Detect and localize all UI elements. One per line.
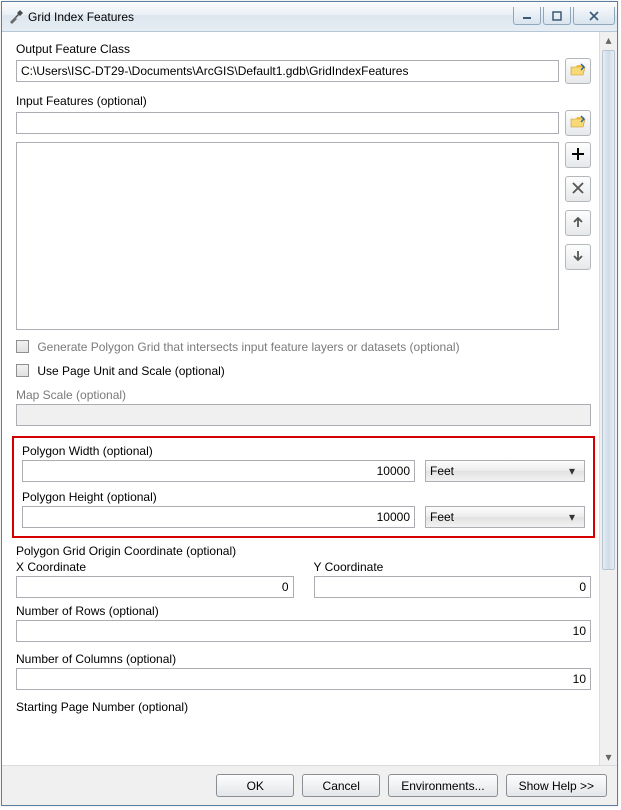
close-button[interactable]: [573, 7, 615, 25]
x-coordinate-label: X Coordinate: [16, 560, 294, 574]
y-coordinate-input[interactable]: [314, 576, 592, 598]
input-features-input[interactable]: [16, 112, 559, 134]
highlight-box: Polygon Width (optional) Feet ▾ Polygon …: [12, 436, 595, 538]
origin-coordinate-label: Polygon Grid Origin Coordinate (optional…: [16, 544, 591, 558]
move-up-button[interactable]: [565, 210, 591, 236]
starting-page-number-label: Starting Page Number (optional): [16, 700, 591, 714]
move-down-button[interactable]: [565, 244, 591, 270]
minimize-button[interactable]: [513, 7, 541, 25]
maximize-button[interactable]: [543, 7, 571, 25]
generate-polygon-grid-label: Generate Polygon Grid that intersects in…: [37, 340, 459, 354]
use-page-unit-label: Use Page Unit and Scale (optional): [37, 364, 224, 378]
generate-polygon-grid-checkbox[interactable]: [16, 340, 29, 353]
map-scale-input[interactable]: [16, 404, 591, 426]
plus-icon: [570, 146, 586, 165]
tool-dialog-window: Grid Index Features Output Feature Class: [1, 1, 618, 806]
polygon-height-input[interactable]: [22, 506, 415, 528]
polygon-height-unit-select[interactable]: Feet ▾: [425, 506, 585, 528]
arrow-up-icon: [570, 214, 586, 233]
number-of-rows-label: Number of Rows (optional): [16, 604, 591, 618]
browse-output-button[interactable]: [565, 58, 591, 84]
ok-button[interactable]: OK: [216, 774, 294, 797]
polygon-width-unit-value: Feet: [430, 464, 564, 478]
x-icon: [570, 180, 586, 199]
scroll-thumb[interactable]: [602, 50, 615, 570]
client-area: Output Feature Class Input Features (opt…: [2, 32, 617, 805]
input-features-list[interactable]: [16, 142, 559, 330]
vertical-scrollbar[interactable]: ▴ ▾: [599, 32, 617, 765]
button-bar: OK Cancel Environments... Show Help >>: [2, 765, 617, 805]
map-scale-label: Map Scale (optional): [16, 388, 591, 402]
number-of-rows-input[interactable]: [16, 620, 591, 642]
polygon-width-unit-select[interactable]: Feet ▾: [425, 460, 585, 482]
number-of-columns-input[interactable]: [16, 668, 591, 690]
cancel-button[interactable]: Cancel: [302, 774, 380, 797]
use-page-unit-checkbox[interactable]: [16, 364, 29, 377]
window-title: Grid Index Features: [28, 9, 513, 24]
show-help-button[interactable]: Show Help >>: [506, 774, 607, 797]
browse-input-button[interactable]: [565, 110, 591, 136]
arrow-down-icon: [570, 248, 586, 267]
remove-button[interactable]: [565, 176, 591, 202]
polygon-height-label: Polygon Height (optional): [22, 490, 585, 504]
titlebar: Grid Index Features: [2, 2, 617, 32]
scroll-up-arrow-icon: ▴: [600, 32, 617, 48]
chevron-down-icon: ▾: [564, 510, 580, 524]
chevron-down-icon: ▾: [564, 464, 580, 478]
polygon-height-unit-value: Feet: [430, 510, 564, 524]
input-features-label: Input Features (optional): [16, 94, 591, 108]
folder-open-icon: [570, 114, 586, 133]
environments-button[interactable]: Environments...: [388, 774, 497, 797]
output-feature-class-label: Output Feature Class: [16, 42, 591, 56]
polygon-width-label: Polygon Width (optional): [22, 444, 585, 458]
polygon-width-input[interactable]: [22, 460, 415, 482]
output-feature-class-input[interactable]: [16, 60, 559, 82]
add-button[interactable]: [565, 142, 591, 168]
scroll-down-arrow-icon: ▾: [600, 749, 617, 765]
y-coordinate-label: Y Coordinate: [314, 560, 592, 574]
window-buttons: [513, 7, 615, 25]
folder-open-icon: [570, 62, 586, 81]
hammer-icon: [8, 9, 24, 25]
number-of-columns-label: Number of Columns (optional): [16, 652, 591, 666]
x-coordinate-input[interactable]: [16, 576, 294, 598]
